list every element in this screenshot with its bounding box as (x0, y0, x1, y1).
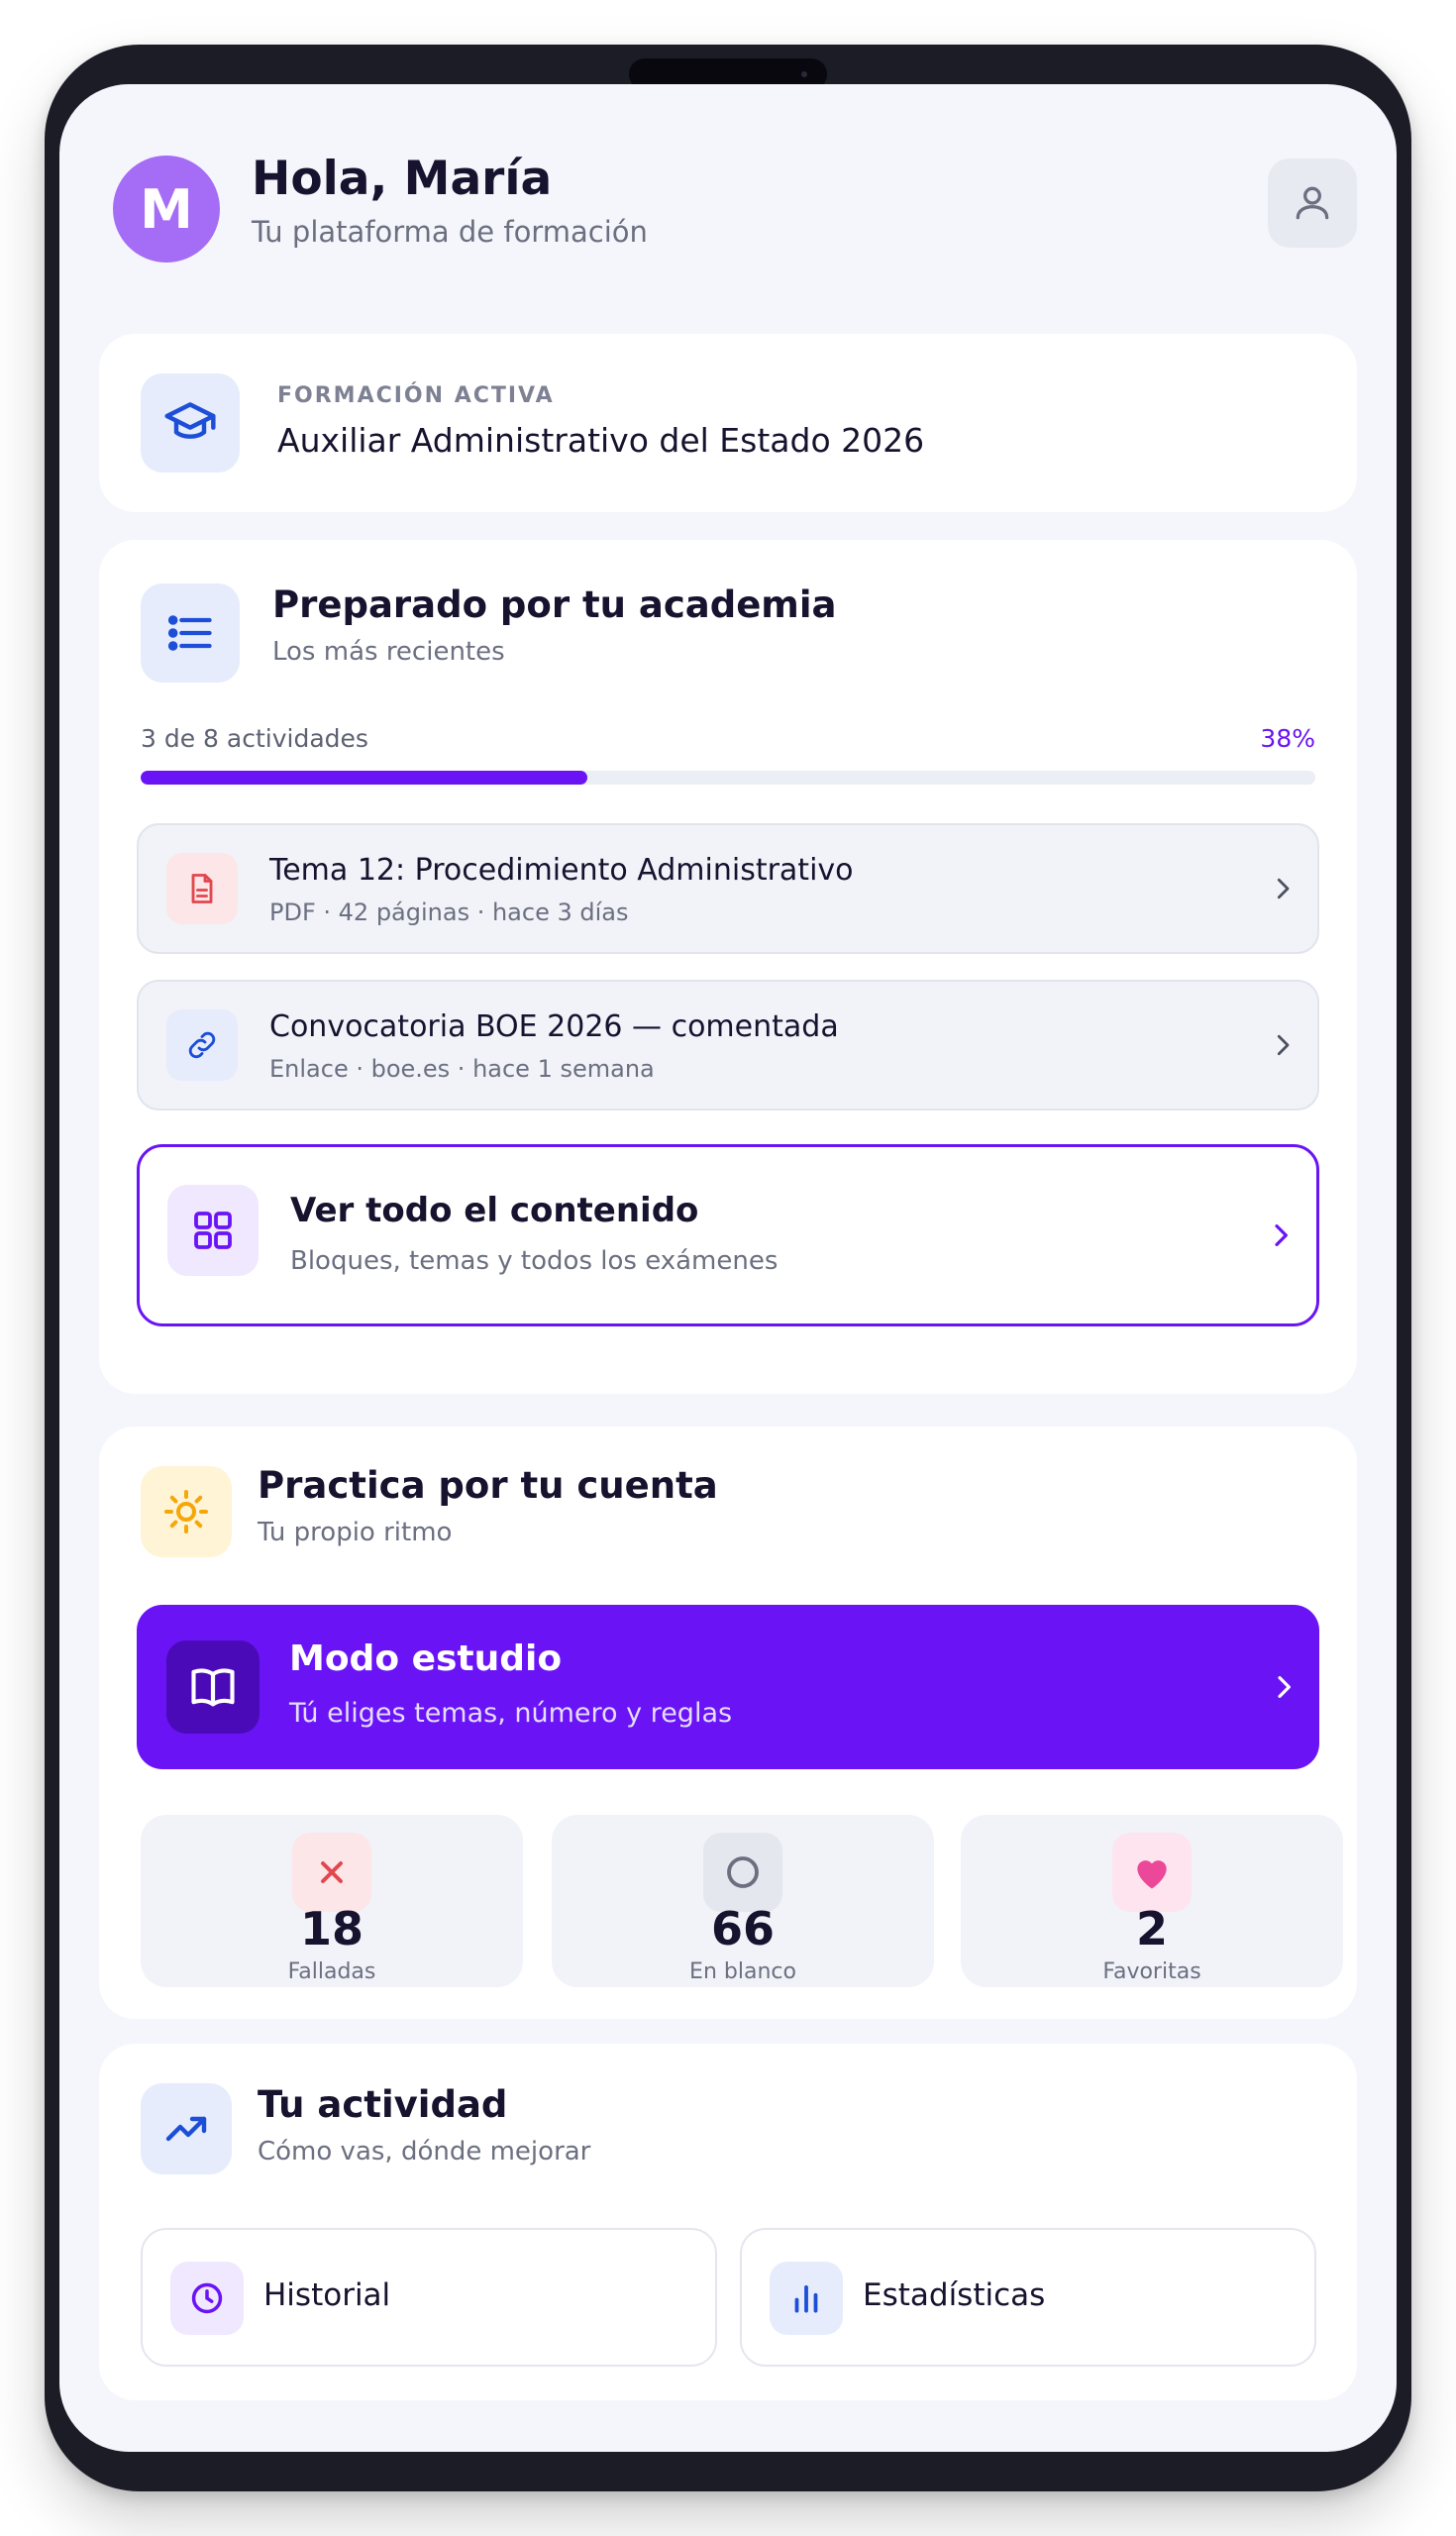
progress-label: 3 de 8 actividades (141, 724, 368, 753)
user-icon (1296, 186, 1329, 220)
see-all-title: Ver todo el contenido (290, 1191, 699, 1230)
bar-chart-icon (770, 2262, 843, 2335)
stat-label: Favoritas (1102, 1959, 1201, 1984)
stat-label: Falladas (287, 1959, 376, 1984)
academy-subtitle: Los más recientes (272, 637, 505, 667)
statistics-label: Estadísticas (863, 2277, 1046, 2313)
activity-title: Tu actividad (258, 2083, 508, 2126)
study-mode-title: Modo estudio (289, 1638, 563, 1679)
active-training-eyebrow: FORMACIÓN ACTIVA (277, 383, 555, 408)
history-button[interactable]: Historial (141, 2228, 717, 2367)
practice-subtitle: Tu propio ritmo (258, 1518, 453, 1547)
greeting-subtitle: Tu plataforma de formación (252, 215, 648, 249)
stat-value: 18 (299, 1902, 364, 1955)
chevron-right-icon (1277, 878, 1290, 899)
content-item[interactable]: Convocatoria BOE 2026 — comentada Enlace… (137, 980, 1319, 1110)
app-screen: M Hola, María Tu plataforma de formación… (59, 84, 1397, 2452)
study-mode-button[interactable]: Modo estudio Tú eliges temas, número y r… (137, 1605, 1319, 1769)
chevron-right-icon (1275, 1224, 1288, 1246)
greeting-title: Hola, María (252, 152, 553, 206)
cross-icon (292, 1833, 371, 1912)
clock-icon (170, 2262, 244, 2335)
graduation-cap-icon (141, 373, 240, 473)
list-icon (141, 583, 240, 683)
sun-icon (141, 1466, 232, 1557)
book-icon (166, 1640, 260, 1734)
see-all-content-button[interactable]: Ver todo el contenido Bloques, temas y t… (137, 1144, 1319, 1326)
stat-failed[interactable]: 18 Falladas (141, 1815, 523, 1987)
content-item-meta: Enlace · boe.es · hace 1 semana (269, 1055, 655, 1083)
profile-button[interactable] (1268, 158, 1357, 248)
avatar[interactable]: M (113, 156, 220, 263)
progress-bar (141, 771, 1315, 785)
circle-icon (703, 1833, 782, 1912)
academy-title: Preparado por tu academia (272, 583, 837, 626)
practice-title: Practica por tu cuenta (258, 1464, 718, 1507)
heart-icon (1112, 1833, 1192, 1912)
chevron-right-icon (1278, 1676, 1291, 1698)
content-item-title: Tema 12: Procedimiento Administrativo (269, 853, 854, 888)
content-item-title: Convocatoria BOE 2026 — comentada (269, 1009, 839, 1044)
link-icon (166, 1009, 238, 1081)
stat-blank[interactable]: 66 En blanco (552, 1815, 934, 1987)
document-icon (166, 853, 238, 924)
academy-card: Preparado por tu academia Los más recien… (99, 540, 1357, 1394)
trending-up-icon (141, 2083, 232, 2174)
activity-card: Tu actividad Cómo vas, dónde mejorar His… (99, 2044, 1357, 2400)
history-label: Historial (263, 2277, 391, 2313)
see-all-subtitle: Bloques, temas y todos los exámenes (290, 1246, 779, 1276)
statistics-button[interactable]: Estadísticas (740, 2228, 1316, 2367)
stat-value: 2 (1135, 1902, 1168, 1955)
grid-icon (167, 1185, 259, 1276)
active-training-card[interactable]: FORMACIÓN ACTIVA Auxiliar Administrativo… (99, 334, 1357, 512)
content-item-meta: PDF · 42 páginas · hace 3 días (269, 898, 629, 926)
chevron-right-icon (1277, 1034, 1290, 1056)
activity-subtitle: Cómo vas, dónde mejorar (258, 2137, 591, 2166)
study-mode-subtitle: Tú eliges temas, número y reglas (289, 1698, 733, 1729)
active-training-title: Auxiliar Administrativo del Estado 2026 (277, 421, 925, 460)
stat-value: 66 (710, 1902, 775, 1955)
content-item[interactable]: Tema 12: Procedimiento Administrativo PD… (137, 823, 1319, 954)
practice-card: Practica por tu cuenta Tu propio ritmo M… (99, 1426, 1357, 2019)
stat-favorites[interactable]: 2 Favoritas (961, 1815, 1343, 1987)
progress-bar-fill (141, 771, 587, 785)
stat-label: En blanco (689, 1959, 796, 1984)
progress-percent: 38% (1260, 724, 1315, 753)
